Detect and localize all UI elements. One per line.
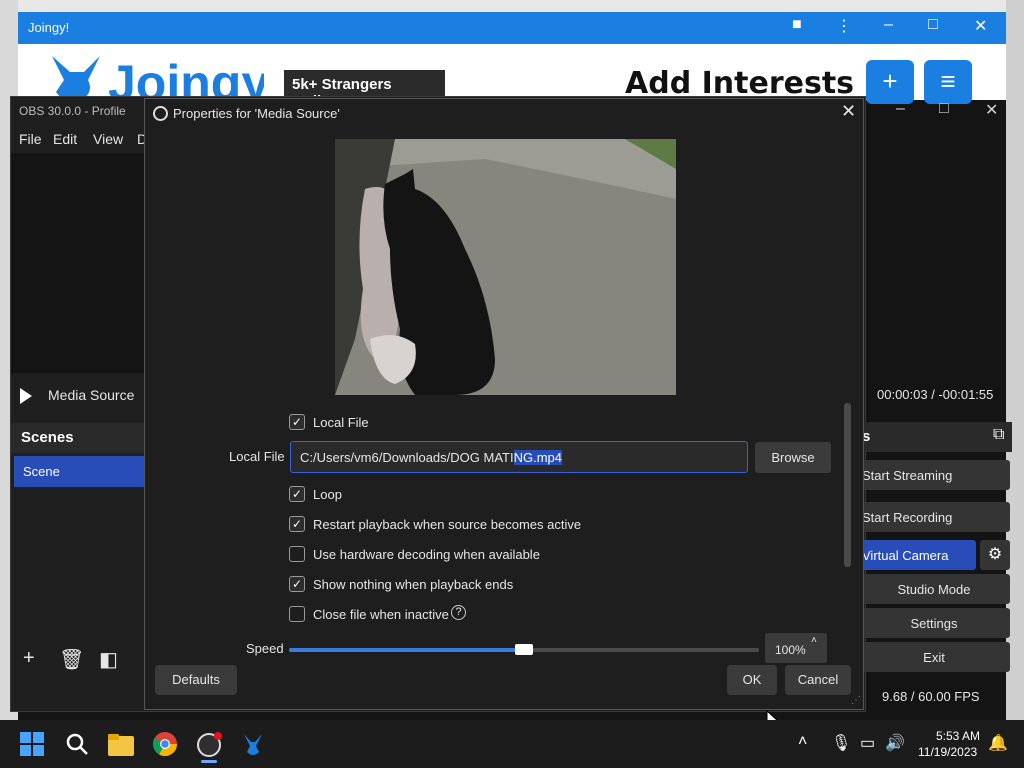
loop-label: Loop — [313, 487, 342, 502]
studio-mode-button[interactable]: Studio Mode — [858, 574, 1010, 604]
undock-icon[interactable]: ⧉ — [993, 426, 1004, 444]
file-explorer-icon[interactable] — [108, 732, 134, 756]
speed-slider-fill — [289, 648, 524, 652]
hardware-decoding-checkbox[interactable] — [289, 546, 305, 562]
menu-edit[interactable]: Edit — [53, 131, 77, 147]
joingy-taskbar-icon[interactable] — [240, 732, 266, 758]
browser-title: Joingy! — [28, 20, 70, 35]
properties-scrollbar[interactable] — [844, 403, 851, 567]
media-preview-image — [335, 139, 676, 395]
virtual-camera-button[interactable]: Virtual Camera — [858, 540, 976, 570]
local-file-checkbox[interactable]: ✓ — [289, 414, 305, 430]
scenes-dock-header: Scenes — [11, 423, 147, 453]
gear-icon[interactable]: ⚙ — [980, 540, 1010, 570]
clock-time[interactable]: 5:53 AM — [936, 729, 980, 743]
settings-button[interactable]: Settings — [858, 608, 1010, 638]
scene-list-item[interactable]: Scene — [14, 456, 147, 487]
menu-button[interactable]: ≡ — [924, 60, 972, 104]
obs-preview[interactable] — [11, 153, 147, 373]
scenes-toolbar: + 🗑 ◧ — [11, 645, 147, 673]
exit-button[interactable]: Exit — [858, 642, 1010, 672]
active-app-indicator — [201, 760, 217, 763]
spin-up-icon[interactable]: ˄ — [811, 635, 817, 646]
path-text-selected: NG.mp4 — [513, 450, 562, 465]
obs-menu-bar: File Edit View D — [11, 127, 151, 151]
restart-playback-checkbox[interactable]: ✓ — [289, 516, 305, 532]
windows-start-icon[interactable] — [20, 732, 44, 756]
speed-slider-thumb[interactable] — [515, 644, 533, 655]
ok-button[interactable]: OK — [727, 665, 777, 695]
local-file-checkbox-label: Local File — [313, 415, 369, 430]
dialog-title: Properties for 'Media Source' — [173, 106, 340, 121]
media-source-label: Media Source — [48, 387, 135, 403]
search-icon[interactable] — [65, 732, 89, 756]
desktop-background — [0, 0, 1024, 12]
close-icon[interactable]: ✕ — [974, 16, 987, 36]
close-file-label: Close file when inactive — [313, 607, 449, 622]
help-icon[interactable]: ? — [451, 605, 466, 620]
show-nothing-checkbox[interactable]: ✓ — [289, 576, 305, 592]
camera-icon[interactable]: ■ — [792, 16, 802, 34]
resize-grip-icon[interactable]: ⋰ — [851, 695, 861, 706]
speed-value: 100% — [775, 643, 806, 657]
defaults-button[interactable]: Defaults — [155, 665, 237, 695]
play-icon[interactable] — [20, 388, 32, 404]
microphone-icon[interactable]: 🎙 — [831, 733, 851, 753]
media-controls-bar: Media Source — [11, 379, 147, 411]
browse-button[interactable]: Browse — [755, 442, 831, 473]
hardware-decoding-label: Use hardware decoding when available — [313, 547, 540, 562]
fps-readout: 9.68 / 60.00 FPS — [882, 689, 980, 704]
speed-label: Speed — [246, 641, 284, 656]
chevron-up-icon[interactable]: ˄ — [798, 733, 807, 751]
more-options-icon[interactable]: ⋮ — [836, 16, 852, 36]
obs-taskbar-icon[interactable] — [196, 732, 222, 758]
media-time-readout: 00:00:03 / -00:01:55 — [877, 387, 994, 402]
notification-bell-icon[interactable]: 🔔 — [988, 733, 1008, 753]
obs-minimize-icon[interactable]: – — [896, 100, 905, 118]
path-text: C:/Users/vm6/Downloads/DOG MATI — [300, 450, 514, 465]
scenes-title: Scenes — [21, 429, 74, 446]
browser-window[interactable]: Joingy! ■ ⋮ – □ ✕ Joingy 5k+ Strangers O… — [18, 12, 1006, 110]
obs-window-title: OBS 30.0.0 - Profile — [19, 104, 126, 118]
loop-checkbox[interactable]: ✓ — [289, 486, 305, 502]
controls-dock-header: s ⧉ — [858, 422, 1012, 452]
speed-spinbox[interactable]: 100% ˄ — [765, 633, 827, 663]
start-streaming-button[interactable]: Start Streaming — [858, 460, 1010, 490]
show-nothing-label: Show nothing when playback ends — [313, 577, 514, 592]
clock-date[interactable]: 11/19/2023 — [918, 745, 977, 759]
add-button[interactable]: + — [866, 60, 914, 104]
speed-slider[interactable] — [289, 644, 759, 655]
browser-title-bar[interactable]: Joingy! ■ ⋮ – □ ✕ — [18, 12, 1006, 44]
add-scene-icon[interactable]: + — [23, 647, 35, 670]
restart-playback-label: Restart playback when source becomes act… — [313, 517, 582, 532]
chrome-icon[interactable] — [153, 732, 177, 756]
menu-view[interactable]: View — [93, 131, 123, 147]
close-icon[interactable]: ✕ — [841, 101, 856, 122]
volume-icon[interactable]: 🔊 — [885, 733, 905, 753]
network-icon[interactable]: ▭ — [860, 733, 875, 753]
close-file-checkbox[interactable] — [289, 606, 305, 622]
trash-icon[interactable]: 🗑 — [59, 647, 84, 672]
properties-dialog[interactable]: Properties for 'Media Source' ✕ ✓ Local … — [144, 98, 864, 710]
maximize-icon[interactable]: □ — [928, 16, 938, 34]
menu-file[interactable]: File — [19, 131, 42, 147]
local-file-label: Local File — [229, 449, 285, 464]
local-file-path-input[interactable]: C:/Users/vm6/Downloads/DOG MATING.mp4 — [290, 441, 748, 473]
start-recording-button[interactable]: Start Recording — [858, 502, 1010, 532]
minimize-icon[interactable]: – — [884, 16, 893, 34]
cancel-button[interactable]: Cancel — [785, 665, 851, 695]
scene-item-label: Scene — [23, 464, 60, 479]
filters-icon[interactable]: ◧ — [99, 647, 118, 672]
obs-close-icon[interactable]: ✕ — [985, 100, 998, 120]
obs-logo-icon — [153, 106, 168, 121]
obs-maximize-icon[interactable]: □ — [939, 100, 949, 118]
